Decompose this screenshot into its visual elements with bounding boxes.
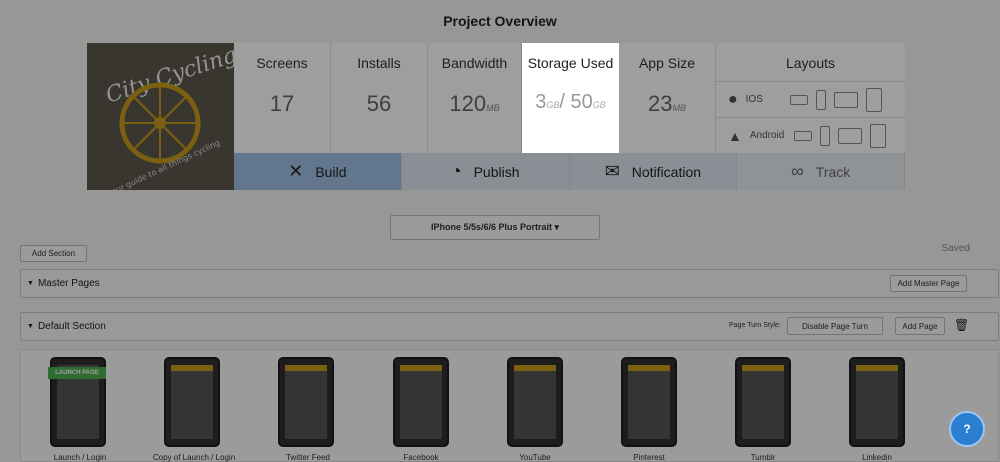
thumb-screen [628, 365, 670, 439]
saved-status: Saved [941, 243, 970, 254]
thumb-header [171, 365, 213, 371]
tablet-landscape-icon[interactable] [837, 127, 862, 144]
section-title: Default Section [37, 321, 106, 332]
thumb-screen [742, 365, 784, 439]
page-thumb[interactable] [278, 357, 334, 447]
thumb-screen [400, 365, 442, 439]
page-thumb[interactable] [393, 357, 449, 447]
caret-down-icon: ▼ [27, 280, 34, 287]
trash-icon[interactable]: 🗑 [954, 318, 969, 332]
tablet-landscape-icon[interactable] [833, 91, 858, 108]
page-label: Pinterest [633, 453, 665, 462]
page-turn-label: Page Turn Style: [729, 322, 781, 329]
help-chat-button[interactable]: ? [949, 411, 985, 447]
stat-value: 17 [269, 91, 295, 116]
binoculars-icon: ∞ [790, 161, 804, 181]
stat-value: 56 [366, 91, 392, 116]
layout-os-label: Android [749, 130, 785, 141]
page-thumb[interactable] [164, 357, 220, 447]
project-overview-panel: City Cycling your guide to all things cy… [87, 43, 905, 190]
thumb-screen [514, 365, 556, 439]
apple-icon: ● [728, 90, 738, 108]
phone-landscape-icon[interactable] [793, 130, 812, 141]
device-select[interactable]: IPhone 5/5s/6/6 Plus Portrait ▾ [390, 215, 600, 240]
stat-bandwidth: Bandwidth 120MB [428, 43, 522, 153]
layout-row-ios[interactable]: ● IOS [716, 81, 905, 117]
tablet-portrait-icon[interactable] [869, 123, 886, 148]
add-section-button[interactable]: Add Section [20, 245, 87, 262]
page-label: Launch / Login [53, 453, 107, 462]
publish-button[interactable]: ◔ Publish [401, 153, 570, 190]
stat-screens: Screens 17 [234, 43, 331, 153]
android-icon: ▲ [728, 127, 742, 144]
page-label: Tumblr [750, 453, 776, 462]
tablet-portrait-icon[interactable] [865, 87, 882, 112]
page-thumb[interactable] [621, 357, 677, 447]
stat-label: Bandwidth [441, 55, 508, 71]
layouts-panel: Layouts ● IOS ▲ Android [716, 43, 905, 153]
page-thumb[interactable] [849, 357, 905, 447]
caret-down-icon: ▼ [27, 323, 34, 330]
page-label: Linkedin [862, 453, 892, 462]
add-master-page-button[interactable]: Add Master Page [890, 275, 967, 292]
layout-os-label: IOS [745, 94, 763, 105]
page-thumb[interactable] [735, 357, 791, 447]
page-thumb[interactable]: LAUNCH PAGE [48, 357, 106, 447]
stat-value: 3GB/ 50GB [535, 91, 606, 113]
thumb-screen [285, 365, 327, 439]
page-label: Twitter Feed [285, 453, 330, 462]
build-tools-icon: ✕ [288, 161, 304, 181]
envelope-icon: ✉ [604, 161, 620, 181]
section-title: Master Pages [37, 278, 100, 289]
thumb-header [856, 365, 898, 371]
page-label: YouTube [519, 453, 551, 462]
thumb-screen [171, 365, 213, 439]
page-thumb[interactable] [507, 357, 563, 447]
launch-page-badge: LAUNCH PAGE [48, 367, 106, 379]
satellite-dish-icon: ◔ [450, 161, 462, 181]
notification-button[interactable]: ✉ Notification [569, 153, 738, 190]
build-button[interactable]: ✕ Build [234, 153, 402, 190]
thumb-header [742, 365, 784, 371]
thumb-header [628, 365, 670, 371]
phone-portrait-icon[interactable] [815, 89, 826, 110]
stat-label: Storage Used [527, 55, 614, 71]
action-bar: ✕ Build ◔ Publish ✉ Notification ∞ Track [234, 153, 905, 190]
help-icon: ? [963, 422, 971, 436]
thumb-header [285, 365, 327, 371]
page-title: Project Overview [443, 13, 557, 29]
phone-landscape-icon[interactable] [789, 94, 808, 105]
master-pages-section[interactable]: ▼ Master Pages [20, 269, 999, 298]
page-label: Facebook [403, 453, 439, 462]
stat-label: App Size [638, 55, 696, 71]
stat-value: 120MB [449, 91, 500, 116]
thumb-screen [856, 365, 898, 439]
page-turn-select[interactable]: Disable Page Turn [787, 317, 883, 335]
thumb-header [400, 365, 442, 371]
city-cycling-logo-icon: City Cycling your guide to all things cy… [87, 43, 234, 190]
app-logo: City Cycling your guide to all things cy… [87, 43, 234, 190]
app-page: Project Overview City Cycling your guide… [0, 0, 1000, 462]
page-label: Copy of Launch / Login [152, 453, 236, 462]
add-page-button[interactable]: Add Page [895, 317, 945, 335]
stat-storage-used: Storage Used 3GB/ 50GB [522, 43, 619, 153]
phone-portrait-icon[interactable] [819, 125, 830, 146]
track-button[interactable]: ∞ Track [737, 153, 905, 190]
stat-value: 23MB [648, 91, 686, 116]
layouts-label: Layouts [785, 55, 836, 71]
stat-label: Installs [357, 55, 401, 71]
stat-app-size: App Size 23MB [619, 43, 716, 153]
thumb-header [514, 365, 556, 371]
stat-label: Screens [256, 55, 308, 71]
stat-installs: Installs 56 [331, 43, 428, 153]
layout-row-android[interactable]: ▲ Android [716, 117, 905, 153]
